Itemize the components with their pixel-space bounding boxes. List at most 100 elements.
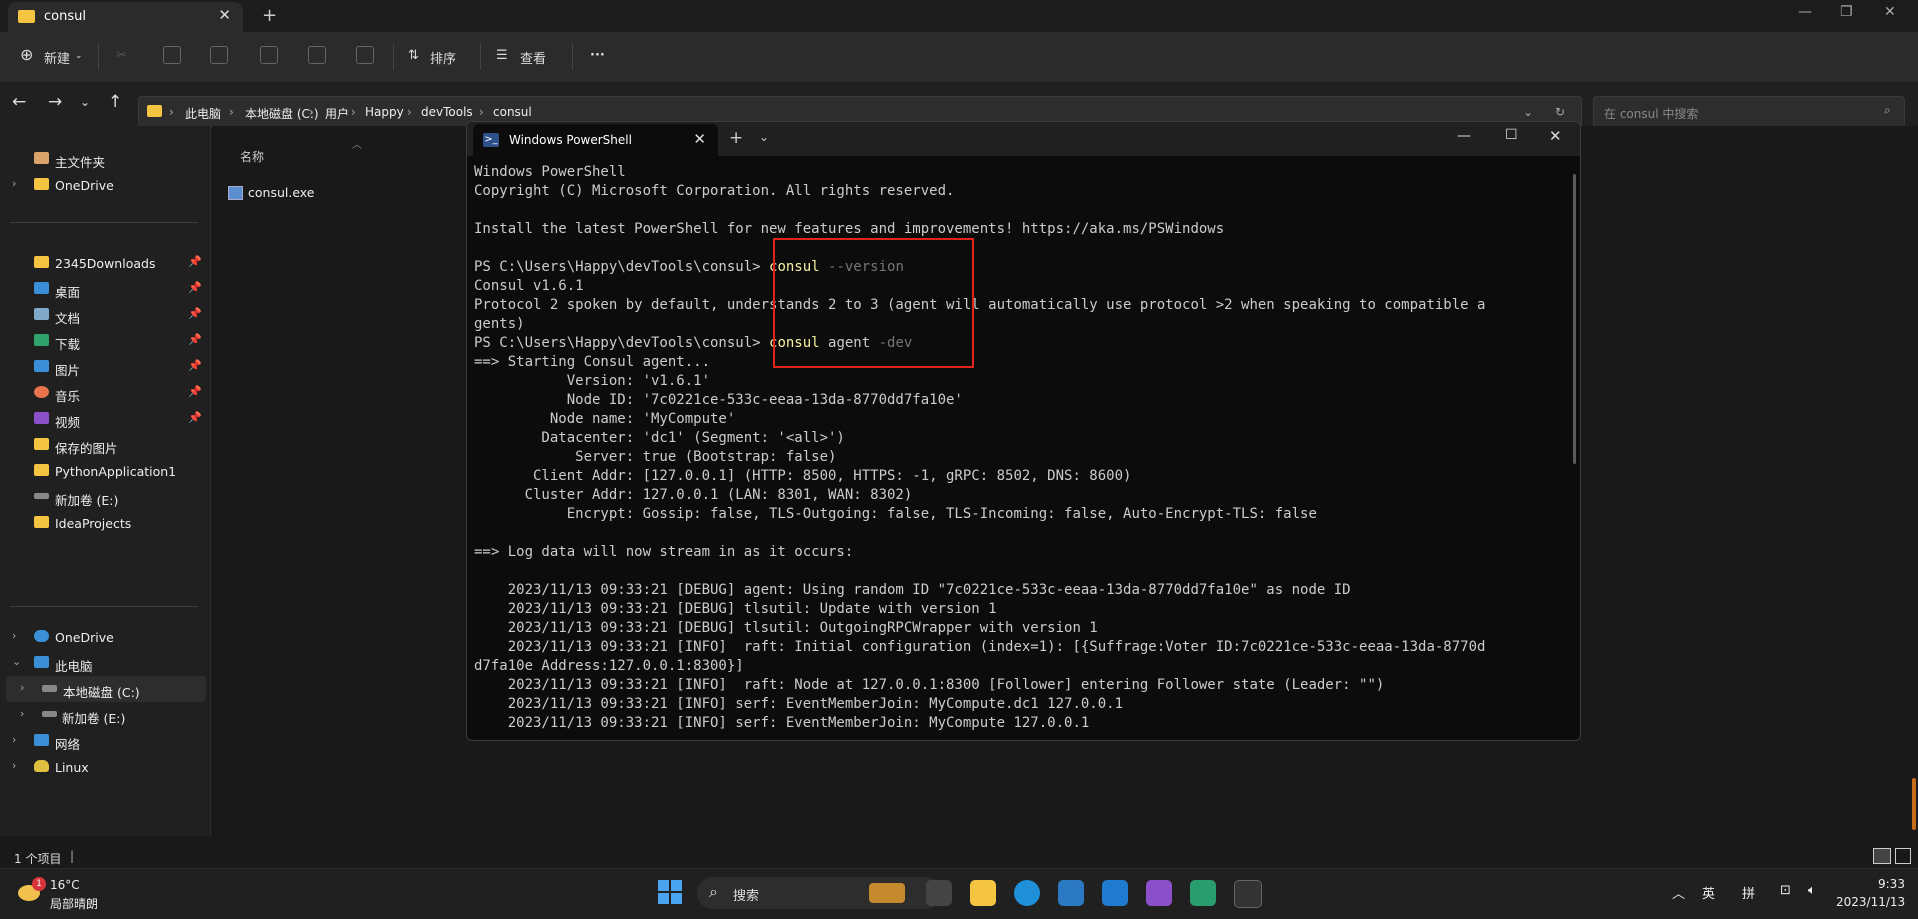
breadcrumb-item[interactable]: 用户 xyxy=(325,105,349,122)
sidebar-item-downloads[interactable]: 下载 📌 xyxy=(0,328,210,354)
ime-mode-indicator[interactable]: 拼 xyxy=(1742,883,1755,902)
search-icon[interactable]: ⌕ xyxy=(1884,103,1891,118)
sidebar-item-ideaprojects[interactable]: IdeaProjects xyxy=(0,510,210,536)
tiles-view-icon[interactable] xyxy=(1895,848,1911,864)
sidebar-item-volume-e-2[interactable]: › 新加卷 (E:) xyxy=(0,702,210,728)
chevron-right-icon[interactable]: › xyxy=(12,177,16,190)
taskbar-search-box[interactable]: ⌕ 搜索 xyxy=(697,877,942,909)
task-view-icon[interactable] xyxy=(926,880,952,906)
clock-date[interactable]: 2023/11/13 xyxy=(1836,895,1905,909)
sidebar-item-linux[interactable]: › Linux xyxy=(0,754,210,780)
close-tab-icon[interactable]: ✕ xyxy=(693,130,706,148)
sidebar-item-desktop[interactable]: 桌面 📌 xyxy=(0,276,210,302)
recent-chevron-icon[interactable]: ⌄ xyxy=(80,95,90,109)
terminal-app-icon[interactable] xyxy=(1234,880,1262,908)
sidebar-item-label: OneDrive xyxy=(55,178,114,193)
chevron-down-icon[interactable]: ⌄ xyxy=(12,655,21,668)
breadcrumb-item[interactable]: Happy xyxy=(365,105,404,119)
start-button[interactable] xyxy=(658,880,684,906)
sidebar-item-label: 此电脑 xyxy=(55,659,93,674)
console-scrollbar[interactable] xyxy=(1573,174,1576,464)
address-dropdown-icon[interactable]: ⌄ xyxy=(1523,105,1533,119)
details-view-icon[interactable] xyxy=(1873,848,1891,864)
new-tab-button[interactable]: + xyxy=(729,128,743,148)
home-icon xyxy=(34,152,49,164)
search-icon: ⌕ xyxy=(709,882,718,901)
close-window-icon[interactable]: ✕ xyxy=(1884,4,1896,20)
sidebar-item-label: IdeaProjects xyxy=(55,516,132,531)
list-item[interactable]: consul.exe xyxy=(228,182,408,204)
sidebar-item-videos[interactable]: 视频 📌 xyxy=(0,406,210,432)
minimize-icon[interactable]: — xyxy=(1457,128,1471,144)
console-output[interactable]: Windows PowerShell Copyright (C) Microsof… xyxy=(474,163,1574,733)
chevron-up-icon[interactable]: ︿ xyxy=(1672,883,1685,902)
weather-widget[interactable]: 1 xyxy=(16,877,46,909)
breadcrumb-item[interactable]: 本地磁盘 (C:) xyxy=(245,105,319,122)
clock-time[interactable]: 9:33 xyxy=(1878,877,1905,891)
delete-icon[interactable] xyxy=(356,46,374,64)
new-tab-button[interactable]: + xyxy=(262,5,277,26)
rename-icon[interactable] xyxy=(260,46,278,64)
breadcrumb-item[interactable]: devTools xyxy=(421,105,473,119)
new-button[interactable]: 新建 xyxy=(44,48,70,67)
cut-icon[interactable]: ✂ xyxy=(116,48,127,63)
breadcrumb-item[interactable]: consul xyxy=(493,105,532,119)
chevron-right-icon[interactable]: › xyxy=(12,629,16,642)
explorer-tab[interactable]: consul ✕ xyxy=(8,2,243,32)
network-icon[interactable]: ⊡ xyxy=(1780,883,1791,898)
sort-button[interactable]: 排序 xyxy=(430,48,456,67)
powershell-title-bar: >_ Windows PowerShell ✕ + ⌄ — ☐ ✕ xyxy=(467,122,1580,156)
powershell-window[interactable]: >_ Windows PowerShell ✕ + ⌄ — ☐ ✕ Window… xyxy=(466,121,1581,741)
refresh-icon[interactable]: ↻ xyxy=(1555,105,1565,119)
sidebar-item-2345downloads[interactable]: 2345Downloads 📌 xyxy=(0,250,210,276)
column-header-name[interactable]: 名称 xyxy=(240,148,264,165)
sidebar-item-documents[interactable]: 文档 📌 xyxy=(0,302,210,328)
sidebar-item-music[interactable]: 音乐 📌 xyxy=(0,380,210,406)
close-window-icon[interactable]: ✕ xyxy=(1549,127,1562,145)
sidebar-item-onedrive-cloud[interactable]: › OneDrive xyxy=(0,624,210,650)
volume-icon[interactable]: 🔈︎ xyxy=(1808,883,1816,898)
search-input[interactable]: 在 consul 中搜索 xyxy=(1604,105,1698,122)
breadcrumb-item[interactable]: 此电脑 xyxy=(185,105,221,122)
sidebar-item-home[interactable]: 主文件夹 xyxy=(0,146,210,172)
vscode-app-icon[interactable] xyxy=(1102,880,1128,906)
paste-icon[interactable] xyxy=(210,46,228,64)
ime-language-indicator[interactable]: 英 xyxy=(1702,883,1715,902)
copy-icon[interactable] xyxy=(163,46,181,64)
maximize-icon[interactable]: ❐ xyxy=(1840,4,1853,20)
chevron-right-icon[interactable]: › xyxy=(20,681,24,694)
sidebar-item-pythonapplication1[interactable]: PythonApplication1 xyxy=(0,458,210,484)
sidebar-item-network[interactable]: › 网络 xyxy=(0,728,210,754)
share-icon[interactable] xyxy=(308,46,326,64)
maximize-icon[interactable]: ☐ xyxy=(1505,127,1518,143)
sort-icon: ⇅ xyxy=(408,48,419,63)
console-line: 2023/11/13 09:33:21 [DEBUG] agent: Using… xyxy=(474,582,1351,598)
store-app-icon[interactable] xyxy=(1058,880,1084,906)
console-line: 2023/11/13 09:33:21 [INFO] raft: Node at… xyxy=(474,677,1385,693)
up-arrow-icon[interactable]: ↑ xyxy=(108,92,122,112)
chevron-right-icon[interactable]: › xyxy=(12,733,16,746)
datagrip-app-icon[interactable] xyxy=(1190,880,1216,906)
edge-app-icon[interactable] xyxy=(1014,880,1040,906)
powershell-tab[interactable]: >_ Windows PowerShell ✕ xyxy=(473,124,718,156)
search-box[interactable]: 在 consul 中搜索 ⌕ xyxy=(1593,96,1905,128)
file-explorer-app-icon[interactable] xyxy=(970,880,996,906)
chevron-right-icon[interactable]: › xyxy=(12,759,16,772)
close-tab-icon[interactable]: ✕ xyxy=(218,6,231,24)
minimize-icon[interactable]: — xyxy=(1798,4,1812,20)
view-button[interactable]: 查看 xyxy=(520,48,546,67)
visual-studio-app-icon[interactable] xyxy=(1146,880,1172,906)
sidebar-item-saved-pictures[interactable]: 保存的图片 xyxy=(0,432,210,458)
sidebar-item-pictures[interactable]: 图片 📌 xyxy=(0,354,210,380)
dropdown-chevron-icon[interactable]: ⌄ xyxy=(759,130,769,144)
download-icon xyxy=(34,334,49,346)
sidebar-item-local-disk-c[interactable]: › 本地磁盘 (C:) xyxy=(6,676,206,702)
forward-arrow-icon[interactable]: → xyxy=(48,92,62,112)
back-arrow-icon[interactable]: ← xyxy=(12,92,26,112)
sidebar-item-onedrive[interactable]: › OneDrive xyxy=(0,172,210,198)
more-options-button[interactable]: ··· xyxy=(590,48,605,63)
sidebar-item-this-pc[interactable]: ⌄ 此电脑 xyxy=(0,650,210,676)
chevron-right-icon[interactable]: › xyxy=(20,707,24,720)
sidebar-item-volume-e[interactable]: 新加卷 (E:) xyxy=(0,484,210,510)
